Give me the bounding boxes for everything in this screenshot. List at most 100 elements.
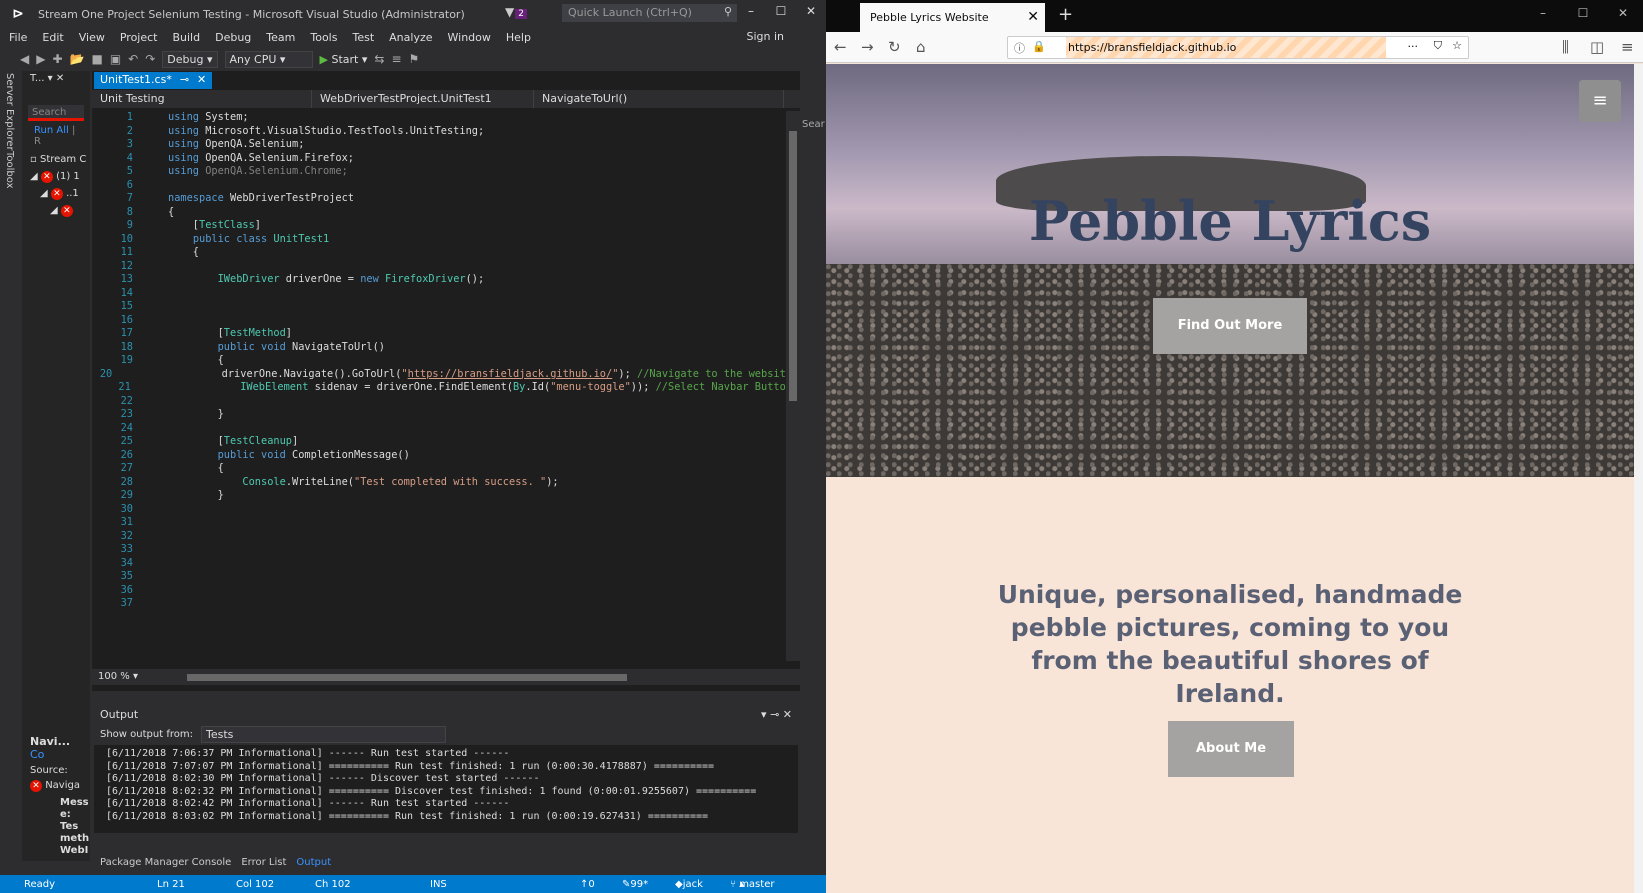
code-line[interactable]: 26 public void CompletionMessage() bbox=[92, 449, 792, 463]
minimize-button[interactable]: – bbox=[736, 4, 766, 18]
status-branch[interactable]: ⑂ master ▴ bbox=[730, 879, 774, 890]
code-text[interactable]: using OpenQA.Selenium; bbox=[140, 138, 304, 152]
address-bar[interactable]: ⓘ 🔒 https://bransfieldjack.github.io ···… bbox=[1007, 36, 1469, 59]
code-line[interactable]: 21 IWebElement sidenav = driverOne.FindE… bbox=[92, 381, 792, 395]
menu-view[interactable]: View bbox=[79, 31, 105, 44]
code-line[interactable]: 14 bbox=[92, 287, 792, 301]
output-text[interactable]: [6/11/2018 7:06:37 PM Informational] ---… bbox=[94, 745, 798, 833]
page-actions-icon[interactable]: ··· bbox=[1408, 40, 1419, 53]
tree-item-stream[interactable]: ▫ Stream C bbox=[30, 151, 90, 168]
status-user[interactable]: ◆ jack bbox=[675, 879, 703, 890]
menu-debug[interactable]: Debug bbox=[215, 31, 251, 44]
info-icon[interactable]: ⓘ bbox=[1014, 40, 1025, 56]
code-text[interactable] bbox=[140, 584, 168, 598]
save-all-icon[interactable]: ▣ bbox=[110, 52, 121, 66]
code-line[interactable]: 5 using OpenQA.Selenium.Chrome; bbox=[92, 165, 792, 179]
tab-close-icon[interactable]: ✕ bbox=[197, 73, 206, 88]
output-source-dropdown[interactable]: Tests bbox=[200, 725, 446, 743]
code-text[interactable]: public void CompletionMessage() bbox=[140, 449, 410, 463]
bookmark-star-icon[interactable]: ☆ bbox=[1452, 39, 1462, 52]
menu-window[interactable]: Window bbox=[448, 31, 491, 44]
platform-dropdown[interactable]: Any CPU ▾ bbox=[224, 50, 313, 68]
menu-help[interactable]: Help bbox=[506, 31, 531, 44]
code-line[interactable]: 1 using System; bbox=[92, 111, 792, 125]
find-out-more-button[interactable]: Find Out More bbox=[1153, 298, 1307, 354]
toolbar-icon-b[interactable]: ≡ bbox=[391, 52, 401, 66]
copy-link[interactable]: Co bbox=[30, 748, 44, 761]
status-up[interactable]: ↑ 0 bbox=[580, 879, 595, 890]
code-text[interactable]: Console.WriteLine("Test completed with s… bbox=[140, 476, 558, 490]
back-icon[interactable]: ◀ bbox=[20, 52, 29, 66]
code-line[interactable]: 24 bbox=[92, 422, 792, 436]
editor-vertical-scrollbar[interactable] bbox=[786, 111, 800, 661]
test-search-input[interactable]: Search bbox=[28, 105, 84, 121]
menu-analyze[interactable]: Analyze bbox=[389, 31, 432, 44]
sidebar-icon[interactable]: ◫ bbox=[1590, 38, 1604, 56]
code-line[interactable]: 28 Console.WriteLine("Test completed wit… bbox=[92, 476, 792, 490]
home-icon[interactable]: ⌂ bbox=[916, 38, 926, 56]
code-text[interactable]: [TestClass] bbox=[140, 219, 261, 233]
code-text[interactable]: using Microsoft.VisualStudio.TestTools.U… bbox=[140, 125, 484, 139]
code-line[interactable]: 13 IWebDriver driverOne = new FirefoxDri… bbox=[92, 273, 792, 287]
about-me-button[interactable]: About Me bbox=[1168, 721, 1294, 777]
menu-tools[interactable]: Tools bbox=[310, 31, 337, 44]
code-line[interactable]: 10 public class UnitTest1 bbox=[92, 233, 792, 247]
code-text[interactable]: using System; bbox=[140, 111, 249, 125]
code-lines[interactable]: 1 using System; 2 using Microsoft.VisualStu… bbox=[92, 111, 792, 666]
menu-toggle-button[interactable]: ≡ bbox=[1579, 80, 1621, 122]
menu-file[interactable]: File bbox=[9, 31, 27, 44]
server-explorer-tab[interactable]: Server Explorer bbox=[4, 73, 15, 151]
code-line[interactable]: 23 } bbox=[92, 408, 792, 422]
code-text[interactable] bbox=[140, 300, 168, 314]
browser-tab[interactable]: Pebble Lyrics Website ✕ bbox=[860, 3, 1045, 32]
forward-icon[interactable]: ▶ bbox=[36, 52, 45, 66]
code-line[interactable]: 22 bbox=[92, 395, 792, 409]
pocket-icon[interactable]: ⛉ bbox=[1434, 39, 1442, 53]
code-line[interactable]: 6 bbox=[92, 179, 792, 193]
redo-icon[interactable]: ↷ bbox=[145, 52, 155, 66]
zoom-level[interactable]: 100 % bbox=[98, 671, 130, 682]
start-button[interactable]: ▶ Start ▾ bbox=[320, 53, 368, 66]
maximize-button[interactable]: ☐ bbox=[766, 4, 796, 18]
notification-filter-icon[interactable]: ▼ 2 bbox=[505, 5, 527, 19]
open-file-icon[interactable]: 📂 bbox=[70, 52, 85, 66]
close-button[interactable]: ✕ bbox=[796, 4, 826, 18]
code-text[interactable] bbox=[140, 179, 168, 193]
menu-team[interactable]: Team bbox=[266, 31, 295, 44]
right-search-label[interactable]: Sear bbox=[800, 71, 826, 130]
code-text[interactable] bbox=[140, 260, 168, 274]
code-line[interactable]: 35 bbox=[92, 570, 792, 584]
code-text[interactable]: { bbox=[140, 246, 199, 260]
scope-dropdown[interactable]: Unit Testing bbox=[92, 90, 312, 108]
code-text[interactable]: IWebElement sidenav = driverOne.FindElem… bbox=[138, 381, 792, 395]
code-line[interactable]: 4 using OpenQA.Selenium.Firefox; bbox=[92, 152, 792, 166]
menu-project[interactable]: Project bbox=[120, 31, 158, 44]
code-text[interactable]: public class UnitTest1 bbox=[140, 233, 329, 247]
new-project-icon[interactable]: ✚ bbox=[52, 52, 62, 66]
code-line[interactable]: 7 namespace WebDriverTestProject bbox=[92, 192, 792, 206]
toolbar-icon-a[interactable]: ⇆ bbox=[374, 52, 384, 66]
code-text[interactable]: using OpenQA.Selenium.Chrome; bbox=[140, 165, 348, 179]
code-line[interactable]: 17 [TestMethod] bbox=[92, 327, 792, 341]
reload-icon[interactable]: ↻ bbox=[888, 38, 901, 56]
ff-maximize-button[interactable]: ☐ bbox=[1563, 6, 1603, 20]
code-text[interactable]: IWebDriver driverOne = new FirefoxDriver… bbox=[140, 273, 485, 287]
code-line[interactable]: 3 using OpenQA.Selenium; bbox=[92, 138, 792, 152]
code-line[interactable]: 9 [TestClass] bbox=[92, 219, 792, 233]
new-tab-button[interactable]: + bbox=[1058, 4, 1073, 25]
code-text[interactable]: [TestMethod] bbox=[140, 327, 292, 341]
back-icon[interactable]: ← bbox=[834, 38, 847, 56]
document-tab[interactable]: UnitTest1.cs* ⊸ ✕ bbox=[94, 72, 213, 89]
tab-output[interactable]: Output bbox=[296, 857, 331, 873]
code-text[interactable] bbox=[140, 530, 168, 544]
code-line[interactable]: 20 driverOne.Navigate().GoToUrl("https:/… bbox=[92, 368, 792, 382]
member-dropdown[interactable]: NavigateToUrl() bbox=[534, 90, 784, 108]
code-line[interactable]: 31 bbox=[92, 516, 792, 530]
library-icon[interactable]: ⫼ bbox=[1562, 38, 1569, 56]
code-text[interactable]: [TestCleanup] bbox=[140, 435, 299, 449]
class-dropdown[interactable]: WebDriverTestProject.UnitTest1 bbox=[312, 90, 534, 108]
code-text[interactable]: } bbox=[140, 408, 224, 422]
code-line[interactable]: 27 { bbox=[92, 462, 792, 476]
forward-icon[interactable]: → bbox=[861, 38, 874, 56]
status-pending[interactable]: ✎ 99* bbox=[622, 879, 648, 890]
